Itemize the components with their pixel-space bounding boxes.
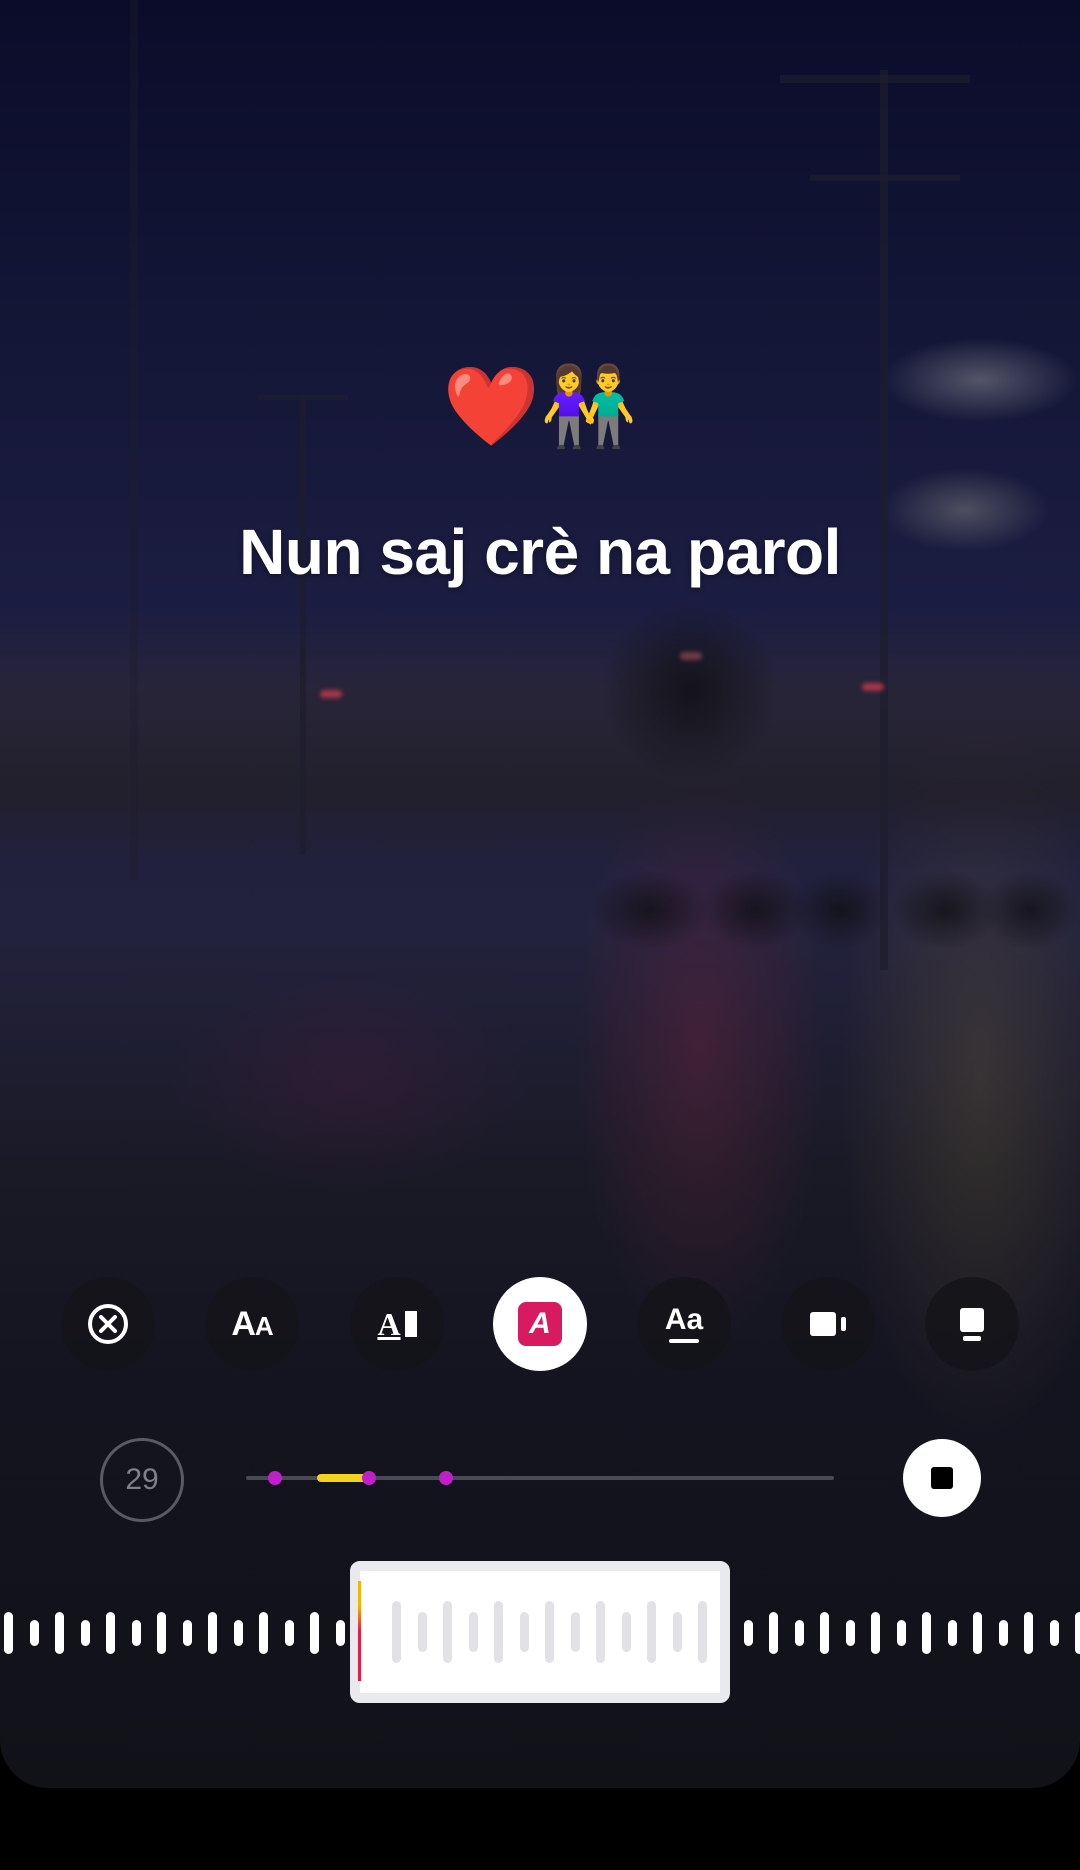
light-pole (300, 395, 306, 855)
waveform-bar (259, 1612, 268, 1654)
waveform-bar (182, 1620, 192, 1646)
waveform-bar (973, 1612, 982, 1654)
waveform-bar (233, 1620, 243, 1646)
close-circle-icon (88, 1304, 128, 1344)
selector-waveform (360, 1571, 720, 1693)
waveform-bar (131, 1620, 141, 1646)
selector-waveform-bar (468, 1612, 478, 1652)
selector-waveform-bar (392, 1601, 401, 1663)
light-pole-arm (810, 175, 960, 181)
caption-text[interactable]: Nun saj crè na parol (0, 515, 1080, 589)
light-pole-arm (780, 75, 970, 83)
selector-waveform-bar (545, 1601, 554, 1663)
selector-waveform-bar (672, 1612, 682, 1652)
text-tools-toolbar: AA A A Aa (0, 1277, 1080, 1373)
waveform-bar (998, 1620, 1008, 1646)
waveform-bar (871, 1612, 880, 1654)
text-style-icon: A (377, 1306, 417, 1343)
selector-waveform-bar (570, 1612, 580, 1652)
selector-waveform-bar (443, 1601, 452, 1663)
font-size-icon: AA (231, 1304, 273, 1343)
effect-button[interactable] (781, 1277, 875, 1371)
waveform-bar (1024, 1612, 1033, 1654)
waveform-bar (80, 1620, 90, 1646)
waveform-bar (106, 1612, 115, 1654)
waveform-bar (743, 1620, 753, 1646)
animate-text-icon: Aa (665, 1305, 703, 1343)
text-color-button[interactable]: A (493, 1277, 587, 1371)
waveform-bar (29, 1620, 39, 1646)
timeline-marker[interactable] (362, 1471, 377, 1485)
duration-badge[interactable]: 29 (100, 1438, 184, 1522)
stop-button[interactable] (903, 1439, 981, 1517)
distant-light (320, 690, 342, 698)
selector-waveform-bar (417, 1612, 427, 1652)
waveform-bar (922, 1612, 931, 1654)
selector-waveform-bar (519, 1612, 529, 1652)
background-tree (600, 600, 780, 780)
selector-waveform-bar (596, 1601, 605, 1663)
waveform-bar (1049, 1620, 1059, 1646)
waveform-bar (310, 1612, 319, 1654)
selector-waveform-bar (494, 1601, 503, 1663)
background-hedge (590, 870, 710, 950)
selector-waveform-bar (621, 1612, 631, 1652)
waveform-bar (769, 1612, 778, 1654)
background-hedge (980, 870, 1080, 950)
timeline-marker[interactable] (268, 1471, 283, 1485)
clip-selector[interactable] (350, 1561, 730, 1703)
background-horizon (0, 610, 1080, 870)
waveform-bar (55, 1612, 64, 1654)
selector-waveform-bar (647, 1601, 656, 1663)
emoji-sticker[interactable]: ❤️👫 (0, 362, 1080, 452)
waveform-bar (157, 1612, 166, 1654)
background-hedge (790, 870, 890, 950)
timeline-marker[interactable] (438, 1471, 453, 1485)
waveform-bar (1075, 1612, 1080, 1654)
close-button[interactable] (61, 1277, 155, 1371)
stop-icon (931, 1467, 953, 1489)
font-size-button[interactable]: AA (205, 1277, 299, 1371)
waveform-bar (947, 1620, 957, 1646)
layout-button[interactable] (925, 1277, 1019, 1371)
waveform-bar (284, 1620, 294, 1646)
waveform-bar (896, 1620, 906, 1646)
video-preview: ❤️👫 Nun saj crè na parol AA A A Aa 29 (0, 0, 1080, 1788)
text-style-button[interactable]: A (350, 1277, 444, 1371)
effect-icon (810, 1312, 846, 1336)
layout-icon (960, 1307, 984, 1341)
text-color-icon: A (518, 1302, 562, 1346)
waveform-bar (335, 1620, 345, 1646)
waveform-bar (845, 1620, 855, 1646)
distant-light (862, 683, 884, 691)
timeline-track[interactable] (246, 1471, 834, 1485)
waveform-bar (820, 1612, 829, 1654)
waveform-bar (208, 1612, 217, 1654)
selector-waveform-bar (698, 1601, 707, 1663)
distant-light (680, 652, 702, 660)
waveform-bar (4, 1612, 13, 1654)
animate-text-button[interactable]: Aa (637, 1277, 731, 1371)
waveform-bar (794, 1620, 804, 1646)
